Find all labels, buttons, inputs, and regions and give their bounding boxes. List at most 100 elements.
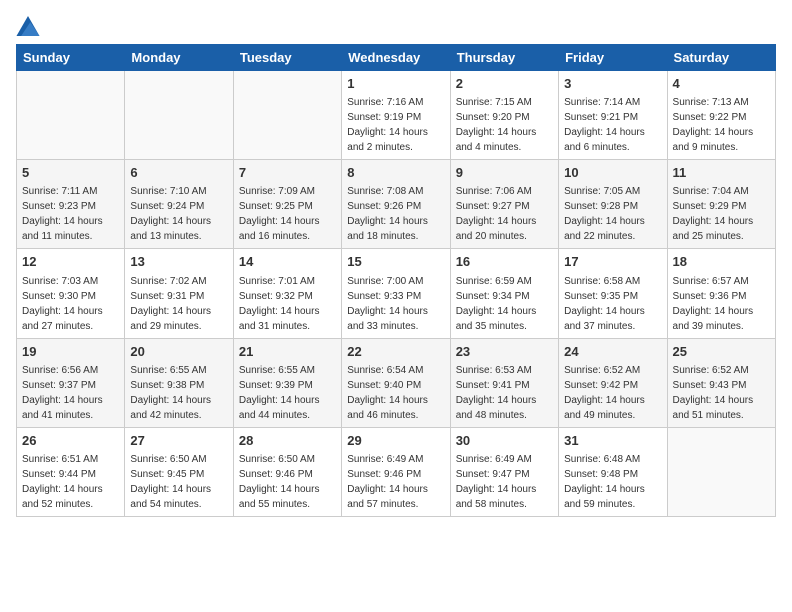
day-number: 24: [564, 343, 661, 361]
day-of-week-header: Thursday: [450, 45, 558, 71]
day-number: 27: [130, 432, 227, 450]
day-sun-info: Sunrise: 6:49 AM Sunset: 9:46 PM Dayligh…: [347, 452, 444, 512]
day-number: 14: [239, 253, 336, 271]
day-number: 29: [347, 432, 444, 450]
day-sun-info: Sunrise: 7:14 AM Sunset: 9:21 PM Dayligh…: [564, 95, 661, 155]
calendar-day-cell: [125, 71, 233, 160]
day-number: 4: [673, 75, 770, 93]
day-number: 26: [22, 432, 119, 450]
day-sun-info: Sunrise: 7:06 AM Sunset: 9:27 PM Dayligh…: [456, 184, 553, 244]
calendar-day-cell: 2 Sunrise: 7:15 AM Sunset: 9:20 PM Daylig…: [450, 71, 558, 160]
day-sun-info: Sunrise: 6:55 AM Sunset: 9:38 PM Dayligh…: [130, 363, 227, 423]
calendar-day-cell: 19 Sunrise: 6:56 AM Sunset: 9:37 PM Dayli…: [17, 338, 125, 427]
day-sun-info: Sunrise: 6:53 AM Sunset: 9:41 PM Dayligh…: [456, 363, 553, 423]
calendar-day-cell: 21 Sunrise: 6:55 AM Sunset: 9:39 PM Dayli…: [233, 338, 341, 427]
day-sun-info: Sunrise: 7:13 AM Sunset: 9:22 PM Dayligh…: [673, 95, 770, 155]
calendar-day-cell: 22Sunrise: 6:54 AM Sunset: 9:40 PM Dayli…: [342, 338, 450, 427]
day-number: 6: [130, 164, 227, 182]
day-sun-info: Sunrise: 6:56 AM Sunset: 9:37 PM Dayligh…: [22, 363, 119, 423]
calendar-day-cell: 1 Sunrise: 7:16 AM Sunset: 9:19 PM Daylig…: [342, 71, 450, 160]
day-number: 16: [456, 253, 553, 271]
calendar-day-cell: 18Sunrise: 6:57 AM Sunset: 9:36 PM Dayli…: [667, 249, 775, 338]
calendar-week-row: 26 Sunrise: 6:51 AM Sunset: 9:44 PM Dayli…: [17, 427, 776, 516]
day-sun-info: Sunrise: 7:01 AM Sunset: 9:32 PM Dayligh…: [239, 274, 336, 334]
day-sun-info: Sunrise: 7:04 AM Sunset: 9:29 PM Dayligh…: [673, 184, 770, 244]
calendar-day-cell: 27Sunrise: 6:50 AM Sunset: 9:45 PM Dayli…: [125, 427, 233, 516]
calendar-day-cell: 12 Sunrise: 7:03 AM Sunset: 9:30 PM Dayli…: [17, 249, 125, 338]
calendar-header-row: SundayMondayTuesdayWednesdayThursdayFrid…: [17, 45, 776, 71]
calendar-day-cell: 11 Sunrise: 7:04 AM Sunset: 9:29 PM Dayli…: [667, 160, 775, 249]
day-number: 11: [673, 164, 770, 182]
calendar-day-cell: 8 Sunrise: 7:08 AM Sunset: 9:26 PM Daylig…: [342, 160, 450, 249]
calendar-day-cell: 20 Sunrise: 6:55 AM Sunset: 9:38 PM Dayli…: [125, 338, 233, 427]
day-sun-info: Sunrise: 6:55 AM Sunset: 9:39 PM Dayligh…: [239, 363, 336, 423]
day-number: 28: [239, 432, 336, 450]
calendar-day-cell: [233, 71, 341, 160]
calendar-day-cell: 15Sunrise: 7:00 AM Sunset: 9:33 PM Dayli…: [342, 249, 450, 338]
day-number: 31: [564, 432, 661, 450]
day-sun-info: Sunrise: 7:10 AM Sunset: 9:24 PM Dayligh…: [130, 184, 227, 244]
day-number: 12: [22, 253, 119, 271]
day-sun-info: Sunrise: 7:03 AM Sunset: 9:30 PM Dayligh…: [22, 274, 119, 334]
calendar-day-cell: 30 Sunrise: 6:49 AM Sunset: 9:47 PM Dayli…: [450, 427, 558, 516]
day-number: 21: [239, 343, 336, 361]
day-sun-info: Sunrise: 6:48 AM Sunset: 9:48 PM Dayligh…: [564, 452, 661, 512]
day-sun-info: Sunrise: 7:09 AM Sunset: 9:25 PM Dayligh…: [239, 184, 336, 244]
day-sun-info: Sunrise: 7:15 AM Sunset: 9:20 PM Dayligh…: [456, 95, 553, 155]
calendar-day-cell: 23 Sunrise: 6:53 AM Sunset: 9:41 PM Dayli…: [450, 338, 558, 427]
calendar-day-cell: 6 Sunrise: 7:10 AM Sunset: 9:24 PM Daylig…: [125, 160, 233, 249]
calendar-day-cell: 29 Sunrise: 6:49 AM Sunset: 9:46 PM Dayli…: [342, 427, 450, 516]
day-of-week-header: Monday: [125, 45, 233, 71]
day-sun-info: Sunrise: 7:00 AM Sunset: 9:33 PM Dayligh…: [347, 274, 444, 334]
day-sun-info: Sunrise: 7:16 AM Sunset: 9:19 PM Dayligh…: [347, 95, 444, 155]
day-of-week-header: Tuesday: [233, 45, 341, 71]
day-number: 20: [130, 343, 227, 361]
day-sun-info: Sunrise: 6:54 AM Sunset: 9:40 PM Dayligh…: [347, 363, 444, 423]
day-number: 19: [22, 343, 119, 361]
day-sun-info: Sunrise: 7:02 AM Sunset: 9:31 PM Dayligh…: [130, 274, 227, 334]
calendar-week-row: 19 Sunrise: 6:56 AM Sunset: 9:37 PM Dayli…: [17, 338, 776, 427]
logo: [16, 16, 44, 36]
day-of-week-header: Wednesday: [342, 45, 450, 71]
calendar-week-row: 1 Sunrise: 7:16 AM Sunset: 9:19 PM Daylig…: [17, 71, 776, 160]
day-sun-info: Sunrise: 7:08 AM Sunset: 9:26 PM Dayligh…: [347, 184, 444, 244]
day-number: 1: [347, 75, 444, 93]
calendar-day-cell: [17, 71, 125, 160]
logo-icon: [16, 16, 40, 36]
day-of-week-header: Sunday: [17, 45, 125, 71]
calendar-day-cell: 9 Sunrise: 7:06 AM Sunset: 9:27 PM Daylig…: [450, 160, 558, 249]
day-sun-info: Sunrise: 6:50 AM Sunset: 9:46 PM Dayligh…: [239, 452, 336, 512]
day-sun-info: Sunrise: 6:51 AM Sunset: 9:44 PM Dayligh…: [22, 452, 119, 512]
calendar-day-cell: 16 Sunrise: 6:59 AM Sunset: 9:34 PM Dayli…: [450, 249, 558, 338]
day-number: 3: [564, 75, 661, 93]
day-sun-info: Sunrise: 7:05 AM Sunset: 9:28 PM Dayligh…: [564, 184, 661, 244]
day-sun-info: Sunrise: 6:49 AM Sunset: 9:47 PM Dayligh…: [456, 452, 553, 512]
day-number: 13: [130, 253, 227, 271]
calendar-day-cell: 25Sunrise: 6:52 AM Sunset: 9:43 PM Dayli…: [667, 338, 775, 427]
calendar-week-row: 12 Sunrise: 7:03 AM Sunset: 9:30 PM Dayli…: [17, 249, 776, 338]
page-header: [16, 16, 776, 36]
day-number: 23: [456, 343, 553, 361]
day-sun-info: Sunrise: 6:58 AM Sunset: 9:35 PM Dayligh…: [564, 274, 661, 334]
calendar-day-cell: 3 Sunrise: 7:14 AM Sunset: 9:21 PM Daylig…: [559, 71, 667, 160]
calendar-day-cell: 4 Sunrise: 7:13 AM Sunset: 9:22 PM Daylig…: [667, 71, 775, 160]
day-number: 18: [673, 253, 770, 271]
calendar-day-cell: [667, 427, 775, 516]
calendar-day-cell: 24Sunrise: 6:52 AM Sunset: 9:42 PM Dayli…: [559, 338, 667, 427]
calendar-day-cell: 13 Sunrise: 7:02 AM Sunset: 9:31 PM Dayli…: [125, 249, 233, 338]
calendar-table: SundayMondayTuesdayWednesdayThursdayFrid…: [16, 44, 776, 517]
calendar-day-cell: 14 Sunrise: 7:01 AM Sunset: 9:32 PM Dayli…: [233, 249, 341, 338]
day-number: 30: [456, 432, 553, 450]
day-number: 10: [564, 164, 661, 182]
calendar-day-cell: 5Sunrise: 7:11 AM Sunset: 9:23 PM Daylig…: [17, 160, 125, 249]
day-number: 2: [456, 75, 553, 93]
day-number: 8: [347, 164, 444, 182]
calendar-week-row: 5Sunrise: 7:11 AM Sunset: 9:23 PM Daylig…: [17, 160, 776, 249]
day-of-week-header: Saturday: [667, 45, 775, 71]
day-number: 5: [22, 164, 119, 182]
calendar-day-cell: 17Sunrise: 6:58 AM Sunset: 9:35 PM Dayli…: [559, 249, 667, 338]
day-sun-info: Sunrise: 6:59 AM Sunset: 9:34 PM Dayligh…: [456, 274, 553, 334]
calendar-day-cell: 28 Sunrise: 6:50 AM Sunset: 9:46 PM Dayli…: [233, 427, 341, 516]
day-number: 9: [456, 164, 553, 182]
day-of-week-header: Friday: [559, 45, 667, 71]
